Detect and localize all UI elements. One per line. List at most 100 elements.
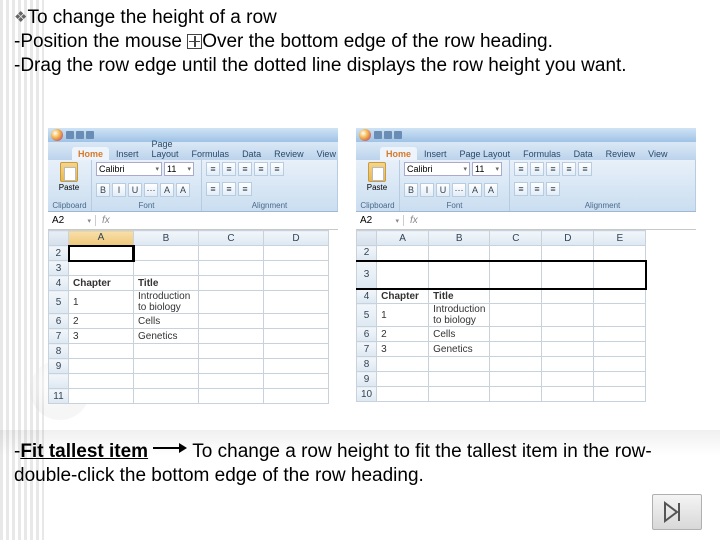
- cell[interactable]: [264, 261, 329, 276]
- column-header[interactable]: D: [264, 231, 329, 246]
- cell[interactable]: [594, 372, 646, 387]
- column-header[interactable]: C: [490, 231, 542, 246]
- column-header[interactable]: D: [542, 231, 594, 246]
- font-format-button[interactable]: A: [484, 183, 498, 197]
- ribbon-tab[interactable]: Page Layout: [146, 137, 185, 160]
- cell[interactable]: [264, 246, 329, 261]
- cell[interactable]: [134, 374, 199, 389]
- cell[interactable]: [134, 344, 199, 359]
- cell[interactable]: Genetics: [429, 342, 490, 357]
- cell[interactable]: [377, 261, 429, 289]
- cell[interactable]: [264, 359, 329, 374]
- cell[interactable]: [264, 374, 329, 389]
- row-header[interactable]: 5: [49, 291, 69, 314]
- paste-button[interactable]: Paste: [360, 162, 394, 192]
- font-name-combo[interactable]: Calibri▾: [96, 162, 162, 176]
- row-header[interactable]: 2: [49, 246, 69, 261]
- cell[interactable]: [69, 389, 134, 404]
- row-header[interactable]: 6: [49, 314, 69, 329]
- cell[interactable]: [69, 344, 134, 359]
- row-header[interactable]: 4: [49, 276, 69, 291]
- ribbon-tab[interactable]: Home: [72, 147, 109, 160]
- cell[interactable]: 2: [69, 314, 134, 329]
- align-button[interactable]: ≡: [562, 162, 576, 176]
- cell[interactable]: [134, 389, 199, 404]
- cell[interactable]: [134, 359, 199, 374]
- ribbon-tab[interactable]: Formulas: [517, 147, 567, 160]
- align-button[interactable]: ≡: [530, 182, 544, 196]
- cell[interactable]: [594, 289, 646, 304]
- cell[interactable]: [594, 387, 646, 402]
- font-name-combo[interactable]: Calibri▾: [404, 162, 470, 176]
- cell[interactable]: [490, 357, 542, 372]
- cell[interactable]: [264, 291, 329, 314]
- row-header[interactable]: 7: [49, 329, 69, 344]
- cell[interactable]: [594, 327, 646, 342]
- cell[interactable]: [490, 327, 542, 342]
- cell[interactable]: [377, 387, 429, 402]
- cell[interactable]: [594, 304, 646, 327]
- row-header[interactable]: [49, 374, 69, 389]
- column-header[interactable]: B: [134, 231, 199, 246]
- cell[interactable]: [199, 246, 264, 261]
- cell[interactable]: [377, 372, 429, 387]
- row-header[interactable]: 8: [49, 344, 69, 359]
- cell[interactable]: [199, 276, 264, 291]
- cell[interactable]: [542, 342, 594, 357]
- row-header[interactable]: 11: [49, 389, 69, 404]
- qat-button[interactable]: [394, 131, 402, 139]
- align-button[interactable]: ≡: [238, 162, 252, 176]
- cell[interactable]: Title: [429, 289, 490, 304]
- cell[interactable]: [199, 389, 264, 404]
- cell[interactable]: 1: [69, 291, 134, 314]
- cell[interactable]: [199, 261, 264, 276]
- row-header[interactable]: 8: [357, 357, 377, 372]
- font-format-button[interactable]: U: [436, 183, 450, 197]
- row-header[interactable]: 10: [357, 387, 377, 402]
- cell[interactable]: [69, 261, 134, 276]
- cell[interactable]: [199, 344, 264, 359]
- next-slide-button[interactable]: [652, 494, 702, 530]
- qat-button[interactable]: [86, 131, 94, 139]
- align-button[interactable]: ≡: [206, 162, 220, 176]
- cell[interactable]: [429, 357, 490, 372]
- cell[interactable]: [490, 246, 542, 261]
- align-button[interactable]: ≡: [270, 162, 284, 176]
- align-button[interactable]: ≡: [206, 182, 220, 196]
- spreadsheet-grid[interactable]: ABCDE234ChapterTitle51Introduction to bi…: [356, 230, 647, 402]
- cell[interactable]: [429, 261, 490, 289]
- cell[interactable]: [199, 329, 264, 344]
- font-format-button[interactable]: I: [420, 183, 434, 197]
- ribbon-tab[interactable]: Formulas: [186, 147, 236, 160]
- cell[interactable]: 1: [377, 304, 429, 327]
- row-header[interactable]: 9: [357, 372, 377, 387]
- font-format-button[interactable]: A: [160, 183, 174, 197]
- qat-button[interactable]: [374, 131, 382, 139]
- cell[interactable]: [264, 389, 329, 404]
- cell[interactable]: [542, 289, 594, 304]
- cell[interactable]: [377, 357, 429, 372]
- cell[interactable]: [134, 261, 199, 276]
- cell[interactable]: [542, 357, 594, 372]
- column-header[interactable]: E: [594, 231, 646, 246]
- align-button[interactable]: ≡: [530, 162, 544, 176]
- font-format-button[interactable]: B: [404, 183, 418, 197]
- cell[interactable]: [490, 342, 542, 357]
- cell[interactable]: [542, 327, 594, 342]
- cell[interactable]: [264, 329, 329, 344]
- cell[interactable]: [377, 246, 429, 261]
- cell[interactable]: [134, 246, 199, 261]
- cell[interactable]: Cells: [134, 314, 199, 329]
- cell[interactable]: [594, 246, 646, 261]
- select-all-corner[interactable]: [49, 231, 69, 246]
- row-header[interactable]: 2: [357, 246, 377, 261]
- row-header[interactable]: 6: [357, 327, 377, 342]
- font-size-combo[interactable]: 11▾: [164, 162, 194, 176]
- ribbon-tab[interactable]: Page Layout: [454, 147, 517, 160]
- cell[interactable]: [594, 342, 646, 357]
- font-size-combo[interactable]: 11▾: [472, 162, 502, 176]
- font-format-button[interactable]: A: [468, 183, 482, 197]
- cell[interactable]: [490, 372, 542, 387]
- column-header[interactable]: A: [69, 231, 134, 246]
- name-box[interactable]: A2▾: [356, 215, 404, 226]
